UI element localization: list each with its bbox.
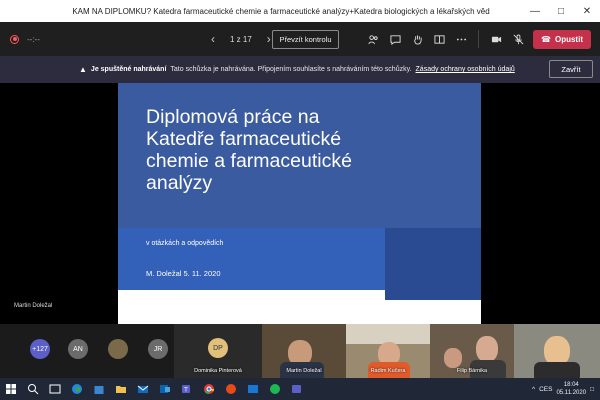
start-icon[interactable] [0, 378, 22, 400]
clock-date: 05.11.2020 [556, 390, 587, 396]
slide-title: Diplomová práce na Katedře farmaceutické… [146, 106, 446, 194]
participant-tile[interactable] [514, 324, 600, 378]
clock[interactable]: 18:04 05.11.2020 [556, 381, 586, 397]
task-view-icon[interactable] [44, 378, 66, 400]
teams-window: KAM NA DIPLOMKU? Katedra farmaceutické c… [0, 0, 600, 400]
photos-icon[interactable] [242, 378, 264, 400]
hang-up-icon: ☎ [541, 35, 551, 44]
warning-icon: ▲ [79, 65, 87, 74]
participant-tile[interactable]: Radim Kučera [346, 324, 430, 378]
search-icon[interactable] [22, 378, 44, 400]
camera-icon[interactable] [485, 22, 507, 56]
close-window-button[interactable]: ✕ [574, 0, 600, 22]
language-indicator[interactable]: CES [539, 386, 552, 393]
take-control-button[interactable]: Převzít kontrolu [272, 30, 339, 49]
svg-text:T: T [183, 387, 188, 394]
breakout-icon[interactable] [428, 22, 450, 56]
title-bar: KAM NA DIPLOMKU? Katedra farmaceutické c… [0, 0, 600, 22]
chat-icon[interactable] [384, 22, 406, 56]
participant-photo-avatar[interactable] [108, 339, 128, 359]
participant-name: Dominika Pinterová [194, 368, 242, 374]
banner-text: Tato schůzka je nahrávána. Připojením so… [170, 66, 412, 73]
tray-chevron-icon[interactable]: ^ [532, 386, 535, 393]
slide-title-line: Katedře farmaceutické [146, 128, 342, 150]
banner-title: Je spuštěné nahrávání [90, 66, 167, 73]
leave-label: Opustit [554, 35, 583, 44]
banner-close-button[interactable]: Zavřít [549, 60, 593, 78]
participant-avatar[interactable]: AN [68, 339, 88, 359]
file-explorer-icon[interactable] [110, 378, 132, 400]
privacy-link[interactable]: Zásady ochrany osobních údajů [416, 66, 515, 73]
shared-slide: Diplomová práce na Katedře farmaceutické… [118, 83, 481, 324]
maximize-button[interactable]: □ [548, 0, 574, 22]
teams-taskbar-icon[interactable]: T [176, 378, 198, 400]
participant-name: Radim Kučera [370, 368, 406, 374]
teams-active-icon[interactable] [286, 378, 308, 400]
slide-title-line: Diplomová práce na [146, 106, 320, 128]
slide-title-line: analýzy [146, 172, 213, 194]
minimize-button[interactable]: — [522, 0, 548, 22]
microphone-muted-icon[interactable] [507, 22, 529, 56]
participant-name: Martin Doležal [286, 368, 322, 374]
notifications-icon[interactable]: □ [590, 386, 594, 393]
participant-initials: DP [208, 338, 228, 358]
participants-overflow[interactable]: +127 [30, 339, 50, 359]
edge-icon[interactable] [66, 378, 88, 400]
leave-button[interactable]: ☎ Opustit [533, 30, 591, 49]
presenter-name: Martin Doležal [14, 303, 53, 309]
spotify-icon[interactable] [264, 378, 286, 400]
meeting-toolbar: --:-- ‹ 1 z 17 › Převzít kontrolu ☎ Opus… [0, 22, 600, 56]
previous-slide-button[interactable]: ‹ [208, 32, 218, 46]
recording-banner: ▲ Je spuštěné nahrávání Tato schůzka je … [0, 56, 600, 83]
more-options-icon[interactable] [450, 22, 472, 56]
meeting-timer: --:-- [27, 34, 40, 44]
participant-tile[interactable]: Filip Bárnika [430, 324, 514, 378]
clock-time: 18:04 [563, 382, 579, 388]
outlook-icon[interactable] [154, 378, 176, 400]
participant-name: Filip Bárnika [456, 368, 488, 374]
pdf-icon[interactable] [220, 378, 242, 400]
participants-icon[interactable] [362, 22, 384, 56]
participant-tile[interactable]: Martin Doležal [262, 324, 346, 378]
slide-count: 1 z 17 [230, 34, 252, 44]
slide-title-line: chemie a farmaceutické [146, 150, 352, 172]
slide-subtitle: v otázkách a odpovědích [146, 240, 224, 247]
windows-taskbar: T [0, 378, 600, 400]
raise-hand-icon[interactable] [406, 22, 428, 56]
slide-pager: ‹ 1 z 17 › [208, 22, 274, 56]
store-icon[interactable] [88, 378, 110, 400]
chrome-icon[interactable] [198, 378, 220, 400]
participant-avatar[interactable]: JR [148, 339, 168, 359]
recording-icon [10, 34, 19, 44]
participant-tile[interactable]: DP Dominika Pinterová [174, 324, 262, 378]
slide-author-date: M. Doležal 5. 11. 2020 [146, 269, 221, 278]
system-tray: ^ CES 18:04 05.11.2020 □ [532, 378, 600, 400]
mail-icon[interactable] [132, 378, 154, 400]
window-title: KAM NA DIPLOMKU? Katedra farmaceutické c… [72, 6, 490, 16]
